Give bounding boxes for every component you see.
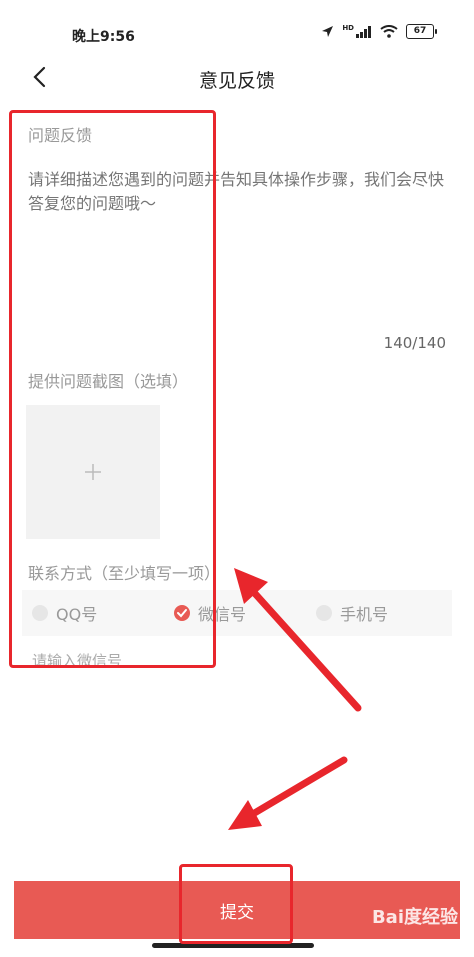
option-phone[interactable]: 手机号: [316, 590, 388, 636]
location-icon: [322, 26, 334, 37]
annotation-rect-submit: [179, 864, 293, 944]
hd-label: HD: [342, 23, 354, 32]
char-counter: 140/140: [383, 334, 446, 352]
wifi-icon: [380, 25, 398, 38]
watermark: Bai度经验: [371, 907, 458, 928]
radio-unchecked-icon: [316, 605, 332, 621]
status-icons: HD 67: [321, 23, 437, 39]
signal-icon: [356, 25, 371, 38]
page-title: 意见反馈: [198, 70, 275, 92]
status-time: 晚上9:56: [72, 29, 135, 45]
annotation-rect-form: [9, 110, 216, 668]
battery-icon: 67: [406, 24, 437, 39]
option-label: 手机号: [340, 605, 389, 624]
